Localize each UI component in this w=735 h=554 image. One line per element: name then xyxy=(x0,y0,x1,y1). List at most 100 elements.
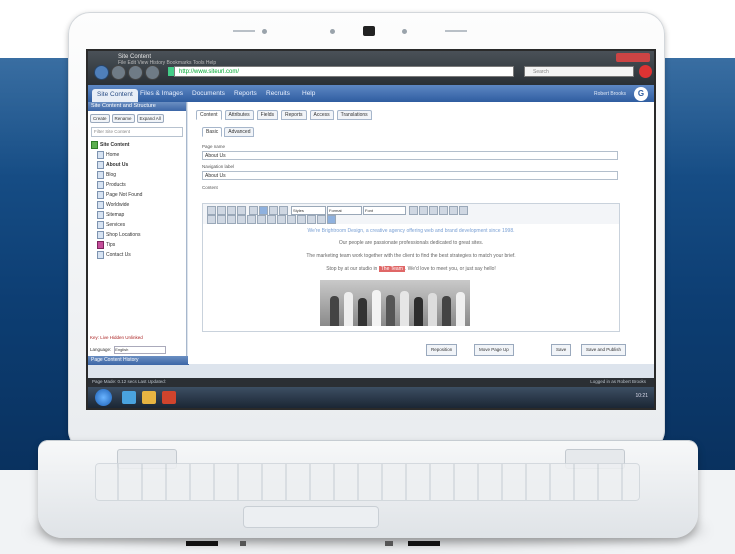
fullscreen-icon[interactable] xyxy=(327,215,336,224)
paste-icon[interactable] xyxy=(227,215,236,224)
editor-text-part: Stop by at our studio in xyxy=(326,266,379,272)
save-button[interactable]: Save xyxy=(551,344,572,356)
bold-icon[interactable] xyxy=(207,206,216,215)
status-bar: Page Made: 0.12 secs Last Updated: Logge… xyxy=(88,378,654,387)
expand-all-button[interactable]: Expand All xyxy=(136,114,164,123)
link-icon[interactable] xyxy=(257,215,266,224)
tree-item[interactable]: Site Content xyxy=(88,140,186,150)
italic-icon[interactable] xyxy=(217,206,226,215)
home-icon[interactable] xyxy=(145,65,160,80)
tab-fields[interactable]: Fields xyxy=(256,110,278,120)
language-selector[interactable]: Language: English xyxy=(90,346,167,354)
list-icon[interactable] xyxy=(409,206,418,215)
tree-item[interactable]: Page Not Found xyxy=(88,190,186,200)
align-justify-icon[interactable] xyxy=(279,206,288,215)
editor-text-line: The marketing team work together with th… xyxy=(306,253,516,259)
tree-item[interactable]: Services xyxy=(88,220,186,230)
trackpad xyxy=(243,506,379,528)
port xyxy=(240,541,246,546)
indent-icon[interactable] xyxy=(439,206,448,215)
editor-text-part: . We'd love to meet you, or just say hel… xyxy=(404,266,496,272)
tab-site-content[interactable]: Site Content xyxy=(92,89,138,102)
tree-item-label: Page Not Found xyxy=(106,192,143,198)
format-select[interactable]: Format xyxy=(327,206,362,215)
rename-button[interactable]: Rename xyxy=(111,114,135,123)
tree-item[interactable]: Shop Locations xyxy=(88,230,186,240)
folder-icon[interactable] xyxy=(142,391,156,404)
tab-access[interactable]: Access xyxy=(309,110,334,120)
reposition-button[interactable]: Reposition xyxy=(426,344,458,356)
firefox-icon[interactable] xyxy=(639,65,652,78)
unlink-icon[interactable] xyxy=(267,215,276,224)
tab-help[interactable]: Help xyxy=(302,88,315,100)
tree-item[interactable]: Sitemap xyxy=(88,210,186,220)
tree-item[interactable]: Blog xyxy=(88,170,186,180)
person-figure xyxy=(344,292,353,326)
create-button[interactable]: Create xyxy=(90,114,110,123)
horizontal-rule-icon[interactable] xyxy=(307,215,316,224)
subtab-basic[interactable]: Basic xyxy=(202,127,223,137)
move-page-button[interactable]: Move Page Up xyxy=(474,344,514,356)
port xyxy=(408,541,440,546)
tree-item[interactable]: Worldwide xyxy=(88,200,186,210)
cut-icon[interactable] xyxy=(207,215,216,224)
page-icon xyxy=(97,230,104,239)
table-icon[interactable] xyxy=(297,215,306,224)
tree-item[interactable]: Products xyxy=(88,180,186,190)
strike-icon[interactable] xyxy=(237,206,246,215)
image-icon[interactable] xyxy=(287,215,296,224)
tab-documents[interactable]: Documents xyxy=(192,88,225,100)
save-publish-button[interactable]: Save and Publish xyxy=(581,344,627,356)
source-icon[interactable] xyxy=(317,215,326,224)
start-icon[interactable] xyxy=(95,389,112,406)
tab-attributes[interactable]: Attributes xyxy=(224,110,254,120)
team-photo[interactable] xyxy=(320,280,470,326)
page-name-field[interactable]: About Us xyxy=(202,151,618,160)
window-controls[interactable] xyxy=(616,53,650,62)
forward-icon[interactable] xyxy=(111,65,126,80)
align-center-icon[interactable] xyxy=(259,206,268,215)
username[interactable]: Robert Brooks xyxy=(594,91,626,97)
sidebar-filter-input[interactable]: Filter Site Content xyxy=(91,127,183,137)
tab-files-images[interactable]: Files & Images xyxy=(140,88,183,100)
tab-content[interactable]: Content xyxy=(196,110,222,120)
back-icon[interactable] xyxy=(94,65,109,80)
underline-icon[interactable] xyxy=(227,206,236,215)
content-tabs: Content Attributes Fields Reports Access… xyxy=(196,110,372,120)
subtab-advanced[interactable]: Advanced xyxy=(224,127,255,137)
font-select[interactable]: Font xyxy=(363,206,406,215)
page-icon xyxy=(91,140,98,149)
tree-item[interactable]: Tips xyxy=(88,240,186,250)
firefox-taskbar-icon[interactable] xyxy=(162,391,176,404)
search-input[interactable]: Search xyxy=(524,66,634,77)
tree-item[interactable]: Contact Us xyxy=(88,250,186,260)
address-bar[interactable]: http://www.siteurl.com/ xyxy=(174,66,514,77)
history-section[interactable]: Page Content History xyxy=(88,356,189,365)
styles-select[interactable]: Styles xyxy=(291,206,326,215)
anchor-icon[interactable] xyxy=(277,215,286,224)
redo-icon[interactable] xyxy=(459,206,468,215)
find-icon[interactable] xyxy=(237,215,246,224)
tab-recruits[interactable]: Recruits xyxy=(266,88,290,100)
nav-label-field[interactable]: About Us xyxy=(202,171,618,180)
undo-icon[interactable] xyxy=(449,206,458,215)
tab-reports[interactable]: Reports xyxy=(280,110,307,120)
tab-reports[interactable]: Reports xyxy=(234,88,257,100)
tree-item-label: Products xyxy=(106,182,126,188)
rich-text-editor[interactable]: We're Brightroom Design, a creative agen… xyxy=(202,224,620,332)
ie-icon[interactable] xyxy=(122,391,136,404)
tree-item[interactable]: About Us xyxy=(88,160,186,170)
copy-icon[interactable] xyxy=(217,215,226,224)
align-left-icon[interactable] xyxy=(249,206,258,215)
page-icon xyxy=(97,190,104,199)
reload-icon[interactable] xyxy=(128,65,143,80)
outdent-icon[interactable] xyxy=(429,206,438,215)
align-right-icon[interactable] xyxy=(269,206,278,215)
tree-item-label: Blog xyxy=(106,172,117,178)
tree-item[interactable]: Home xyxy=(88,150,186,160)
app-logo-icon[interactable]: G xyxy=(634,87,648,101)
tab-translations[interactable]: Translations xyxy=(336,110,372,120)
language-select[interactable]: English xyxy=(114,346,167,354)
numbered-list-icon[interactable] xyxy=(419,206,428,215)
replace-icon[interactable] xyxy=(247,215,256,224)
